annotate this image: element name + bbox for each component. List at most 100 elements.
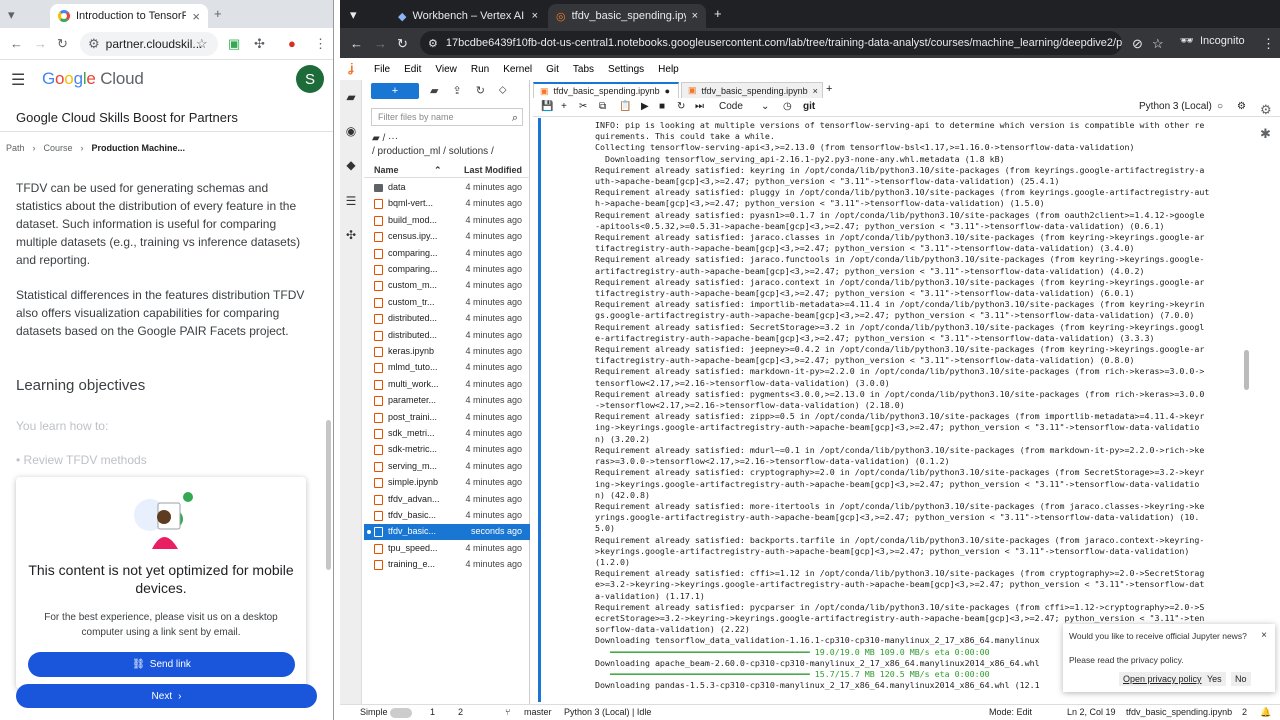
file-row[interactable]: build_mod... 4 minutes ago	[364, 213, 530, 229]
forward-icon[interactable]: →	[374, 36, 387, 51]
file-row[interactable]: tfdv_basic... seconds ago	[364, 524, 530, 541]
close-tab-icon[interactable]: ×	[192, 9, 200, 24]
user-avatar[interactable]: S	[296, 65, 324, 93]
profile-icon[interactable]: ●	[288, 36, 296, 51]
notebook-tab-active[interactable]: ▣ tfdv_basic_spending.ipynb ●	[533, 82, 679, 98]
notification-count[interactable]: 2	[1242, 707, 1247, 717]
menu-settings[interactable]: Settings	[608, 64, 644, 75]
menu-tabs[interactable]: Tabs	[573, 64, 594, 75]
settings-icon[interactable]: ⚙	[1237, 101, 1246, 112]
close-tab-icon[interactable]: ×	[532, 10, 538, 22]
file-row[interactable]: bqml-vert... 4 minutes ago	[364, 196, 530, 212]
run-icon[interactable]: ▶	[641, 101, 649, 112]
file-row[interactable]: data 4 minutes ago	[364, 180, 530, 196]
debugger-icon[interactable]: ✱	[1260, 126, 1271, 142]
file-row[interactable]: comparing... 4 minutes ago	[364, 262, 530, 278]
incognito-indicator[interactable]: 🕶 Incognito	[1180, 34, 1245, 48]
running-kernels-icon[interactable]: ◉	[344, 124, 358, 138]
git-diff-button[interactable]: git	[803, 101, 815, 112]
browser-menu-icon[interactable]: ⋮	[1262, 36, 1275, 52]
new-tab-icon[interactable]: +	[214, 6, 222, 21]
browser-menu-icon[interactable]: ⋮	[314, 36, 327, 52]
file-row[interactable]: sdk-metric... 4 minutes ago	[364, 442, 530, 458]
column-last-modified[interactable]: Last Modified	[464, 165, 522, 175]
file-row[interactable]: multi_work... 4 minutes ago	[364, 377, 530, 393]
file-row[interactable]: comparing... 4 minutes ago	[364, 246, 530, 262]
send-link-button[interactable]: ⛓ Send link	[28, 652, 295, 677]
folder-icon[interactable]: ▰	[344, 90, 358, 104]
menu-help[interactable]: Help	[658, 64, 679, 75]
refresh-icon[interactable]: ↻	[476, 84, 485, 97]
file-row[interactable]: post_traini... 4 minutes ago	[364, 410, 530, 426]
unsaved-dot-icon[interactable]: ●	[665, 86, 670, 96]
left-scrollbar[interactable]	[326, 420, 331, 570]
file-row[interactable]: sdk_metri... 4 minutes ago	[364, 426, 530, 442]
git-branch[interactable]: master	[524, 707, 552, 717]
file-row[interactable]: census.ipy... 4 minutes ago	[364, 229, 530, 245]
bell-icon[interactable]: 🔔	[1260, 707, 1271, 718]
fast-forward-icon[interactable]: ⏭	[695, 101, 704, 112]
hamburger-menu-icon[interactable]: ☰	[11, 70, 25, 90]
menu-view[interactable]: View	[435, 64, 457, 75]
simple-mode-toggle[interactable]	[390, 708, 412, 718]
root-folder-icon[interactable]: ▰	[372, 133, 380, 144]
paste-icon[interactable]: 📋	[619, 101, 631, 112]
file-row[interactable]: tpu_speed... 4 minutes ago	[364, 541, 530, 557]
file-row[interactable]: simple.ipynb 4 minutes ago	[364, 475, 530, 491]
eye-off-icon[interactable]: ⊘	[1132, 36, 1143, 52]
new-tab-icon[interactable]: +	[826, 83, 832, 95]
property-inspector-icon[interactable]: ⚙	[1260, 102, 1272, 118]
file-row[interactable]: distributed... 4 minutes ago	[364, 328, 530, 344]
file-row[interactable]: training_e... 4 minutes ago	[364, 557, 530, 573]
menu-file[interactable]: File	[374, 64, 390, 75]
column-name[interactable]: Name	[374, 165, 399, 175]
kernels-count[interactable]: 2	[458, 707, 463, 717]
extensions-puzzle-icon[interactable]: ✣	[344, 228, 358, 242]
kernel-name[interactable]: Python 3 (Local)	[1139, 101, 1212, 112]
google-cloud-logo[interactable]: Google Cloud	[42, 69, 144, 89]
file-row[interactable]: serving_m... 4 minutes ago	[364, 459, 530, 475]
tab-search-icon[interactable]: ▾	[8, 7, 15, 23]
menu-run[interactable]: Run	[471, 64, 489, 75]
file-row[interactable]: tfdv_advan... 4 minutes ago	[364, 492, 530, 508]
notebook-tab-second[interactable]: ▣ tfdv_basic_spending.ipynb ×	[681, 82, 823, 98]
next-button[interactable]: Next ›	[16, 684, 317, 708]
copy-icon[interactable]: ⧉	[599, 101, 606, 112]
close-icon[interactable]: ×	[1261, 630, 1267, 641]
restart-icon[interactable]: ↻	[677, 101, 685, 112]
site-info-icon[interactable]: ⚙	[88, 36, 100, 52]
file-filter-input[interactable]: Filter files by name ⌕	[371, 108, 523, 126]
git-clone-icon[interactable]: ⬦	[499, 84, 507, 97]
menu-kernel[interactable]: Kernel	[503, 64, 532, 75]
new-folder-icon[interactable]: ▰	[430, 84, 438, 97]
file-row[interactable]: tfdv_basic... 4 minutes ago	[364, 508, 530, 524]
new-tab-icon[interactable]: +	[714, 6, 722, 21]
insert-cell-icon[interactable]: +	[561, 101, 567, 112]
menu-git[interactable]: Git	[546, 64, 559, 75]
breadcrumb-path[interactable]: Path	[6, 143, 25, 153]
back-icon[interactable]: ←	[350, 36, 363, 51]
git-icon[interactable]: ◆	[344, 158, 358, 172]
clock-icon[interactable]: ◷	[783, 101, 792, 112]
tab-notebook[interactable]: ◎ tfdv_basic_spending.ipynb ×	[548, 4, 706, 28]
reload-icon[interactable]: ↻	[397, 36, 408, 52]
stop-icon[interactable]: ■	[659, 101, 665, 112]
cursor-position[interactable]: Ln 2, Col 19	[1067, 707, 1116, 717]
file-row[interactable]: mlmd_tuto... 4 minutes ago	[364, 360, 530, 376]
close-tab-icon[interactable]: ×	[692, 10, 698, 22]
file-row[interactable]: distributed... 4 minutes ago	[364, 311, 530, 327]
open-privacy-policy-button[interactable]: Open privacy policy	[1119, 672, 1206, 686]
file-row[interactable]: custom_m... 4 minutes ago	[364, 278, 530, 294]
extension-green-icon[interactable]: ▣	[228, 36, 240, 52]
right-address-bar[interactable]: ⚙ 17bcdbe6439f10fb-dot-us-central1.noteb…	[420, 31, 1122, 55]
tab-workbench[interactable]: ◆ Workbench – Vertex AI – qwik ×	[390, 4, 546, 28]
file-row[interactable]: parameter... 4 minutes ago	[364, 393, 530, 409]
close-tab-icon[interactable]: ×	[813, 86, 818, 96]
save-icon[interactable]: 💾	[541, 101, 553, 112]
menu-edit[interactable]: Edit	[404, 64, 421, 75]
file-row[interactable]: custom_tr... 4 minutes ago	[364, 295, 530, 311]
forward-icon[interactable]: →	[34, 36, 47, 51]
cell-type-select[interactable]: Code	[719, 101, 743, 112]
file-row[interactable]: keras.ipynb 4 minutes ago	[364, 344, 530, 360]
bookmark-star-icon[interactable]: ☆	[1152, 36, 1164, 52]
